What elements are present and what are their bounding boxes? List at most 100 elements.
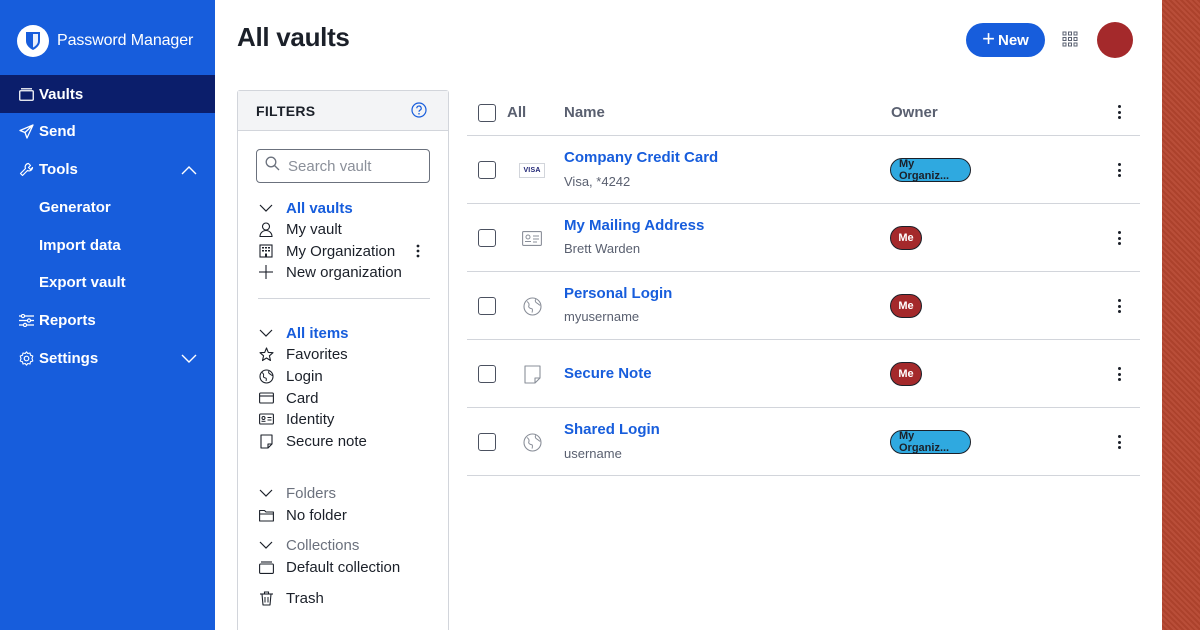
brand[interactable]: Password Manager: [17, 25, 193, 57]
filter-label: Folders: [286, 484, 337, 502]
search-box: [256, 149, 430, 183]
divider: [258, 298, 430, 299]
row-options-icon[interactable]: [1113, 229, 1125, 247]
nav-settings[interactable]: Settings: [0, 339, 215, 377]
tools-icon: [18, 161, 34, 177]
row-options-icon[interactable]: [1113, 365, 1125, 383]
visa-card-icon: VISA: [519, 160, 545, 180]
row-checkbox[interactable]: [478, 161, 496, 179]
chevron-down-icon[interactable]: [258, 537, 274, 553]
table-row: My Mailing Address Brett Warden Me: [467, 204, 1140, 272]
owner-badge: Me: [890, 362, 922, 386]
nav-label: Generator: [39, 198, 111, 216]
chevron-down-icon[interactable]: [181, 351, 197, 368]
nav-export-vault[interactable]: Export vault: [0, 263, 215, 301]
column-owner[interactable]: Owner: [891, 104, 938, 121]
nav-tools[interactable]: Tools: [0, 150, 215, 188]
item-name[interactable]: Shared Login: [564, 421, 660, 438]
credit-card-icon: [258, 390, 274, 406]
column-name[interactable]: Name: [564, 104, 605, 121]
filter-trash[interactable]: Trash: [258, 588, 324, 608]
chevron-down-icon[interactable]: [258, 485, 274, 501]
filter-my-vault[interactable]: My vault: [258, 219, 342, 239]
filter-all-vaults[interactable]: All vaults: [258, 198, 353, 218]
filter-label: New organization: [286, 263, 402, 281]
shield-logo-icon: [17, 25, 49, 57]
nav-reports[interactable]: Reports: [0, 301, 215, 339]
chevron-up-icon[interactable]: [181, 162, 197, 179]
chevron-down-icon[interactable]: [258, 325, 274, 341]
filter-default-collection[interactable]: Default collection: [258, 557, 400, 577]
item-name[interactable]: My Mailing Address: [564, 217, 704, 234]
plus-icon: +: [982, 26, 995, 51]
note-icon: [258, 433, 274, 449]
filter-new-organization[interactable]: New organization: [258, 262, 402, 282]
user-icon: [258, 221, 274, 237]
filter-label: Default collection: [286, 558, 401, 576]
filters-title: FILTERS: [256, 102, 316, 119]
item-name[interactable]: Personal Login: [564, 285, 672, 302]
row-checkbox[interactable]: [478, 229, 496, 247]
table-row: Personal Login myusername Me: [467, 272, 1140, 340]
table-row: Secure Note Me: [467, 340, 1140, 408]
reports-icon: [18, 312, 34, 328]
filter-no-folder[interactable]: No folder: [258, 505, 347, 525]
filters-panel: FILTERS All vaults My vault My Organizat…: [237, 90, 449, 630]
filter-label: All items: [286, 324, 349, 342]
avatar[interactable]: [1097, 22, 1133, 58]
table-row: Shared Login username My Organiz...: [467, 408, 1140, 476]
new-button-label: New: [998, 31, 1029, 49]
nav-send[interactable]: Send: [0, 112, 215, 150]
row-checkbox[interactable]: [478, 433, 496, 451]
nav-generator[interactable]: Generator: [0, 188, 215, 226]
row-checkbox[interactable]: [478, 365, 496, 383]
help-icon[interactable]: [411, 102, 427, 118]
owner-badge: Me: [890, 226, 922, 250]
note-icon: [521, 364, 543, 384]
organization-options-icon[interactable]: [410, 241, 426, 261]
filter-all-items[interactable]: All items: [258, 323, 349, 343]
filter-folders-heading[interactable]: Folders: [258, 483, 336, 503]
building-icon: [258, 243, 274, 259]
filter-label: Card: [286, 389, 319, 407]
owner-badge: My Organiz...: [890, 158, 971, 182]
nav-label: Settings: [39, 349, 99, 367]
row-checkbox[interactable]: [478, 297, 496, 315]
filter-label: Identity: [286, 410, 335, 428]
column-all: All: [507, 104, 527, 121]
item-name[interactable]: Company Credit Card: [564, 149, 718, 166]
nav-label: Import data: [39, 236, 121, 254]
nav-import-data[interactable]: Import data: [0, 226, 215, 264]
filter-favorites[interactable]: Favorites: [258, 344, 348, 364]
filter-my-organization[interactable]: My Organization: [258, 241, 395, 261]
chevron-down-icon[interactable]: [258, 200, 274, 216]
table-header: All Name Owner: [467, 90, 1140, 136]
search-input[interactable]: [288, 157, 418, 175]
folder-icon: [258, 507, 274, 523]
app-switcher-icon[interactable]: [1062, 31, 1078, 47]
filter-identity[interactable]: Identity: [258, 409, 334, 429]
item-subtitle: Visa, *4242: [564, 174, 631, 189]
item-name[interactable]: Secure Note: [564, 365, 652, 382]
nav-label: Vaults: [39, 85, 84, 103]
nav-vaults[interactable]: Vaults: [0, 75, 215, 113]
filter-login[interactable]: Login: [258, 366, 323, 386]
owner-badge: Me: [890, 294, 922, 318]
select-all-checkbox[interactable]: [478, 104, 496, 122]
nav-label: Send: [39, 122, 76, 140]
filter-card[interactable]: Card: [258, 388, 319, 408]
globe-icon: [258, 368, 274, 384]
vault-icon: [18, 86, 34, 102]
row-options-icon[interactable]: [1113, 433, 1125, 451]
filter-collections-heading[interactable]: Collections: [258, 535, 359, 555]
filter-label: Favorites: [286, 345, 348, 363]
row-options-icon[interactable]: [1113, 161, 1125, 179]
new-button[interactable]: + New: [966, 23, 1045, 57]
filter-secure-note[interactable]: Secure note: [258, 431, 367, 451]
table-options-icon[interactable]: [1113, 103, 1125, 121]
filter-label: All vaults: [286, 199, 353, 217]
filter-label: My Organization: [286, 242, 396, 260]
gear-icon: [18, 350, 34, 366]
row-options-icon[interactable]: [1113, 297, 1125, 315]
brand-name: Password Manager: [57, 32, 194, 49]
